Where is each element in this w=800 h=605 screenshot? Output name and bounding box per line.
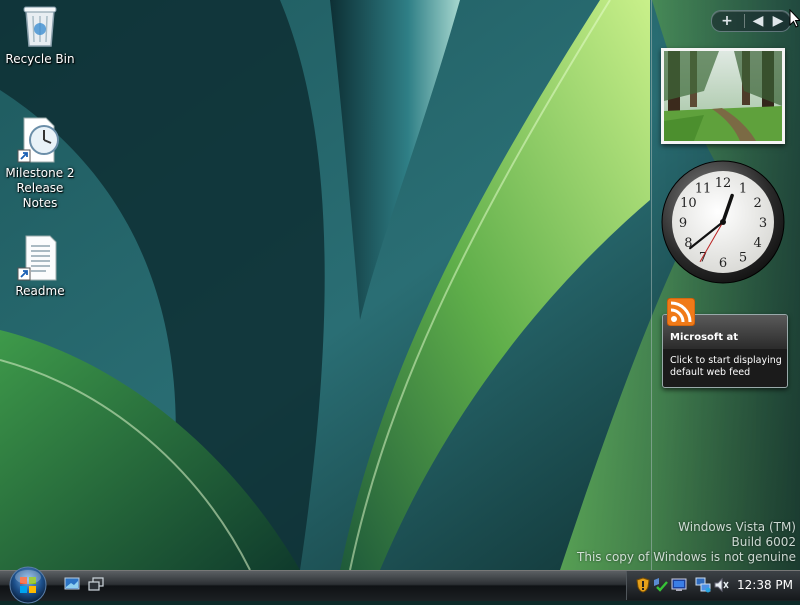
watermark-product: Windows Vista (TM) [678, 520, 796, 534]
clock-numeral: 12 [715, 176, 732, 191]
recycle-bin-icon [23, 6, 57, 47]
genuine-watermark: Windows Vista (TM) Build 6002 This copy … [577, 520, 796, 565]
taskbar-clock[interactable]: 12:38 PM [737, 578, 793, 592]
mouse-cursor-icon [789, 9, 800, 28]
next-gadgets-button[interactable]: ▶ [770, 11, 786, 31]
display-icon[interactable] [671, 577, 687, 593]
add-gadget-button[interactable]: + [716, 11, 738, 31]
forest-photo [664, 51, 782, 141]
watermark-genuine-notice: This copy of Windows is not genuine [577, 550, 796, 564]
toolbar-divider [744, 14, 745, 28]
clock-numeral: 10 [680, 196, 697, 211]
feed-title: Microsoft at [670, 332, 739, 343]
security-alert-icon[interactable] [635, 577, 651, 593]
clock-numeral: 7 [699, 251, 707, 266]
previous-gadgets-button[interactable]: ◀ [750, 11, 766, 31]
clock-numeral: 11 [695, 181, 712, 196]
sidebar-toolbar: + ◀ ▶ [711, 10, 791, 32]
desktop-icon-label: Recycle Bin [5, 52, 75, 66]
watermark-build: Build 6002 [731, 535, 796, 549]
desktop-icon-label: Readme [15, 284, 65, 298]
clock-gadget[interactable]: 12 12 3 45678 9 1011 [659, 158, 787, 286]
desktop-icon-label: Milestone 2 Release Notes [5, 166, 75, 210]
network-icon[interactable] [695, 577, 711, 593]
switch-windows-icon[interactable] [88, 576, 104, 592]
clock-numeral: 3 [759, 216, 767, 231]
show-desktop-icon[interactable] [64, 576, 80, 592]
clock-numeral: 8 [684, 236, 692, 251]
desktop-icon-readme[interactable]: Readme [0, 234, 80, 299]
volume-icon[interactable] [713, 577, 729, 593]
release-notes-shortcut-icon [17, 117, 59, 163]
desktop[interactable]: Recycle Bin Milestone 2 Release Notes Re… [0, 0, 800, 570]
clock-numeral: 2 [754, 196, 762, 211]
notification-area: 12:38 PM [626, 571, 800, 600]
windows-start-orb-icon[interactable] [8, 565, 48, 605]
update-check-icon[interactable] [653, 577, 669, 593]
rss-icon [667, 298, 695, 326]
clock-numeral: 1 [739, 181, 747, 196]
clock-numeral: 9 [679, 216, 687, 231]
clock-numeral: 4 [754, 236, 762, 251]
slideshow-gadget[interactable] [661, 48, 785, 144]
feed-message[interactable]: Click to start displaying default web fe… [670, 355, 782, 379]
desktop-icon-recycle-bin[interactable]: Recycle Bin [0, 2, 80, 67]
feed-headlines-gadget[interactable]: Microsoft at Click to start displaying d… [662, 298, 788, 388]
readme-shortcut-icon [17, 235, 57, 281]
clock-numeral: 6 [719, 256, 727, 271]
desktop-icon-release-notes[interactable]: Milestone 2 Release Notes [0, 116, 80, 211]
clock-numeral: 5 [739, 251, 747, 266]
